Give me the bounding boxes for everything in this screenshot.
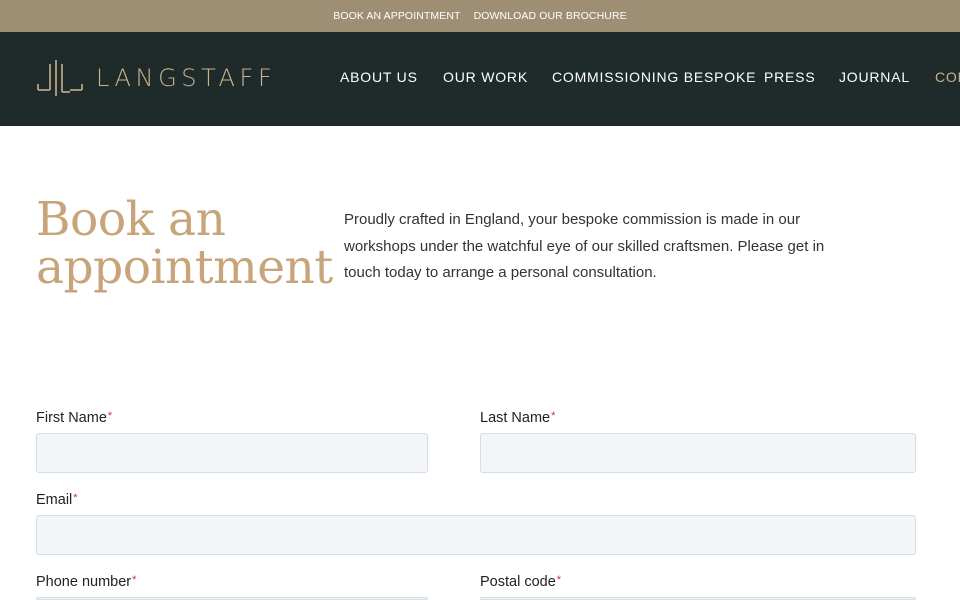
- first-name-field[interactable]: [36, 433, 428, 473]
- last-name-field[interactable]: [480, 433, 916, 473]
- required-mark: *: [556, 574, 562, 586]
- postal-code-label-text: Postal code: [480, 574, 556, 590]
- page-title-line-2: appointment: [36, 240, 333, 295]
- phone-label: Phone number*: [36, 574, 136, 590]
- last-name-label: Last Name*: [480, 410, 555, 426]
- first-name-label-text: First Name: [36, 410, 107, 426]
- top-bar: BOOK AN APPOINTMENT DOWNLOAD OUR BROCHUR…: [0, 0, 960, 32]
- nav-contact[interactable]: CONTACT: [935, 69, 960, 85]
- email-field[interactable]: [36, 515, 916, 555]
- site-header: LANGSTAFF ABOUT US OUR WORK COMMISSIONIN…: [0, 32, 960, 126]
- download-brochure-link[interactable]: DOWNLOAD OUR BROCHURE: [474, 10, 627, 22]
- email-label: Email*: [36, 492, 78, 508]
- phone-label-text: Phone number: [36, 574, 132, 590]
- required-mark: *: [107, 410, 113, 422]
- nav-commissioning-bespoke[interactable]: COMMISSIONING BESPOKE: [552, 69, 756, 85]
- main-nav: ABOUT US OUR WORK COMMISSIONING BESPOKE …: [0, 32, 960, 126]
- last-name-label-text: Last Name: [480, 410, 551, 426]
- nav-about-us[interactable]: ABOUT US: [340, 69, 418, 85]
- required-mark: *: [551, 410, 556, 422]
- nav-our-work[interactable]: OUR WORK: [443, 69, 528, 85]
- intro-text: Proudly crafted in England, your bespoke…: [344, 211, 825, 281]
- required-mark: *: [132, 574, 137, 586]
- email-label-text: Email: [36, 492, 73, 508]
- first-name-label: First Name*: [36, 410, 112, 426]
- book-appointment-link[interactable]: BOOK AN APPOINTMENT: [333, 10, 460, 22]
- page-title: Book an appointment: [36, 196, 336, 292]
- required-mark: *: [73, 492, 78, 504]
- postal-code-label: Postal code*: [480, 574, 561, 590]
- page-title-line-1: Book an: [36, 192, 226, 247]
- nav-journal[interactable]: JOURNAL: [839, 69, 910, 85]
- nav-press[interactable]: PRESS: [764, 69, 815, 85]
